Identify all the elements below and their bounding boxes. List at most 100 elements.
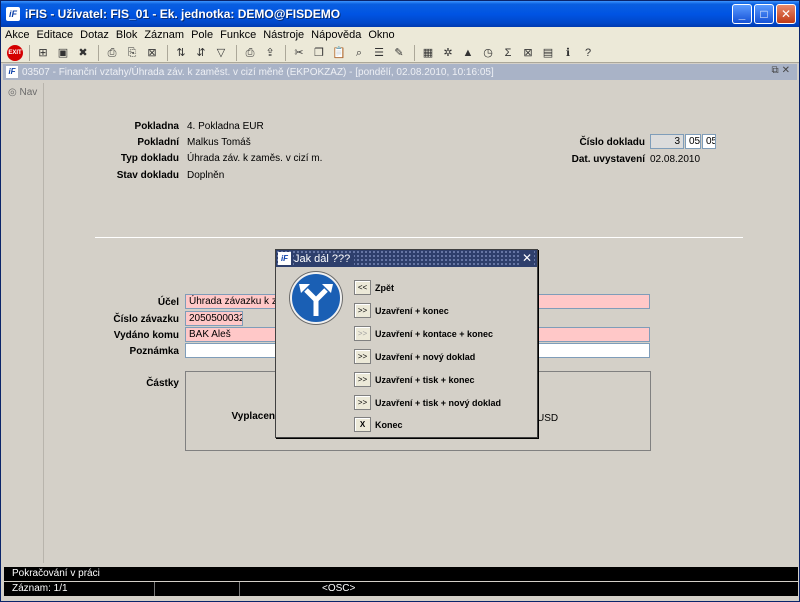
menu-okno[interactable]: Okno bbox=[368, 29, 394, 41]
toolbar-separator bbox=[29, 44, 30, 61]
dialog-option-close-contact-end[interactable]: >> Uzavření + kontace + konec bbox=[354, 326, 493, 341]
menu-funkce[interactable]: Funkce bbox=[220, 29, 256, 41]
option-label: Uzavření + tisk + konec bbox=[375, 374, 475, 385]
menu-napoveda[interactable]: Nápověda bbox=[311, 29, 361, 41]
cut-icon[interactable]: ✂ bbox=[290, 45, 308, 61]
help-icon[interactable]: ? bbox=[579, 45, 597, 61]
menu-blok[interactable]: Blok bbox=[116, 29, 137, 41]
status-divider bbox=[154, 582, 155, 596]
mode-indicator: <OSC> bbox=[322, 583, 356, 594]
menu-nastroje[interactable]: Nástroje bbox=[263, 29, 304, 41]
dialog-title-bar: iF Jak dál ??? ✕ bbox=[276, 250, 537, 267]
calculator-icon[interactable]: ▦ bbox=[419, 45, 437, 61]
dialog-option-close-print-new[interactable]: >> Uzavření + tisk + nový doklad bbox=[354, 395, 501, 410]
dialog-close-icon[interactable]: ✕ bbox=[519, 251, 534, 265]
toolbar-separator bbox=[98, 44, 99, 61]
menu-zaznam[interactable]: Záznam bbox=[144, 29, 184, 41]
status-info-line: Záznam: 1/1 <OSC> bbox=[4, 582, 798, 596]
back-button[interactable]: << bbox=[354, 280, 371, 295]
menu-akce[interactable]: Akce bbox=[5, 29, 29, 41]
word-icon[interactable]: ▤ bbox=[539, 45, 557, 61]
typ-dokladu-value: Úhrada záv. k zaměs. v cizí m. bbox=[187, 153, 323, 164]
end-button[interactable]: X bbox=[354, 417, 371, 432]
execute-query-icon[interactable]: ⎘ bbox=[123, 45, 141, 61]
find-icon[interactable]: ⌕ bbox=[350, 45, 368, 61]
toolbar-separator bbox=[236, 44, 237, 61]
insert-record-icon[interactable]: ⊞ bbox=[34, 45, 52, 61]
paste-icon[interactable]: 📋 bbox=[330, 45, 348, 61]
chart-icon[interactable]: ▲ bbox=[459, 45, 477, 61]
sort-desc-icon[interactable]: ⇵ bbox=[192, 45, 210, 61]
dialog-option-zpet[interactable]: << Zpět bbox=[354, 280, 394, 295]
form-title: 03507 - Finanční vztahy/Úhrada záv. k za… bbox=[22, 66, 494, 78]
info-icon[interactable]: ℹ bbox=[559, 45, 577, 61]
maximize-button[interactable]: □ bbox=[754, 4, 774, 24]
dat-vystaveni-label: Dat. uvystavení bbox=[571, 154, 645, 165]
close-contact-end-button[interactable]: >> bbox=[354, 326, 371, 341]
option-label: Uzavření + tisk + nový doklad bbox=[375, 397, 502, 408]
stav-dokladu-value: Doplněn bbox=[187, 170, 225, 181]
cislo-dokladu-field-1[interactable]: 3 bbox=[650, 134, 684, 149]
close-new-doc-button[interactable]: >> bbox=[354, 349, 371, 364]
vydano-komu-label: Vydáno komu bbox=[113, 330, 179, 341]
nav-button[interactable]: ◎ Nav bbox=[8, 87, 37, 98]
pokladni-label: Pokladní bbox=[137, 137, 179, 148]
copy-icon[interactable]: ❐ bbox=[310, 45, 328, 61]
exit-icon[interactable]: EXIT bbox=[7, 44, 23, 61]
sum-icon[interactable]: Σ bbox=[499, 45, 517, 61]
status-message: Pokračování v práci bbox=[4, 567, 798, 581]
cancel-query-icon[interactable]: ⊠ bbox=[143, 45, 161, 61]
pokladna-value: 4. Pokladna EUR bbox=[187, 121, 264, 132]
pokladna-label: Pokladna bbox=[134, 121, 179, 132]
menu-pole[interactable]: Pole bbox=[191, 29, 213, 41]
menu-dotaz[interactable]: Dotaz bbox=[80, 29, 109, 41]
clock-icon[interactable]: ◷ bbox=[479, 45, 497, 61]
form-window-controls[interactable]: ⧉✕ bbox=[771, 65, 793, 76]
export-icon[interactable]: ⇪ bbox=[261, 45, 279, 61]
dialog-option-close-new[interactable]: >> Uzavření + nový doklad bbox=[354, 349, 475, 364]
sort-asc-icon[interactable]: ⇅ bbox=[172, 45, 190, 61]
dialog-title: Jak dál ??? bbox=[294, 252, 355, 265]
window-title: iFIS - Uživatel: FIS_01 - Ek. jednotka: … bbox=[25, 7, 341, 21]
close-print-end-button[interactable]: >> bbox=[354, 372, 371, 387]
cislo-dokladu-label: Číslo dokladu bbox=[579, 137, 645, 148]
dialog-option-close-end[interactable]: >> Uzavření + konec bbox=[354, 303, 449, 318]
print-icon[interactable]: ⎙ bbox=[241, 45, 259, 61]
list-icon[interactable]: ☰ bbox=[370, 45, 388, 61]
filter-icon[interactable]: ▽ bbox=[212, 45, 230, 61]
dialog-option-konec[interactable]: X Konec bbox=[354, 417, 403, 432]
delete-record-icon[interactable]: ✖ bbox=[74, 45, 92, 61]
cislo-dokladu-field-2[interactable]: 05 bbox=[685, 134, 701, 149]
edit-icon[interactable]: ✎ bbox=[390, 45, 408, 61]
status-bar: Pokračování v práci Záznam: 1/1 <OSC> bbox=[4, 566, 798, 601]
vyplaceno-label: Vyplacen bbox=[231, 411, 275, 422]
option-label: Uzavření + nový doklad bbox=[375, 351, 476, 362]
close-end-button[interactable]: >> bbox=[354, 303, 371, 318]
query-icon[interactable]: ⎙ bbox=[103, 45, 121, 61]
settings-icon[interactable]: ✲ bbox=[439, 45, 457, 61]
save-icon[interactable]: ▣ bbox=[54, 45, 72, 61]
stav-dokladu-label: Stav dokladu bbox=[116, 170, 179, 181]
fork-arrow-sign-icon bbox=[290, 272, 342, 324]
toolbar-separator bbox=[414, 44, 415, 61]
pokladni-value: Malkus Tomáš bbox=[187, 137, 251, 148]
currency-label: USD bbox=[537, 413, 559, 424]
menu-editace[interactable]: Editace bbox=[36, 29, 73, 41]
close-print-new-button[interactable]: >> bbox=[354, 395, 371, 410]
cislo-zavazku-label: Číslo závazku bbox=[113, 314, 179, 325]
title-bar: iF iFIS - Uživatel: FIS_01 - Ek. jednotk… bbox=[1, 1, 799, 27]
toolbar-separator bbox=[167, 44, 168, 61]
cislo-zavazku-field[interactable]: 2050500032 bbox=[185, 311, 243, 326]
ucel-label: Účel bbox=[157, 297, 179, 308]
cislo-dokladu-field-3[interactable]: 05 bbox=[702, 134, 716, 149]
option-label: Uzavření + kontace + konec bbox=[375, 328, 494, 339]
dialog-option-close-print-end[interactable]: >> Uzavření + tisk + konec bbox=[354, 372, 475, 387]
excel-icon[interactable]: ⊠ bbox=[519, 45, 537, 61]
nav-panel: ◎ Nav bbox=[4, 83, 44, 563]
minimize-button[interactable]: _ bbox=[732, 4, 752, 24]
toolbar: EXIT ⊞ ▣ ✖ ⎙ ⎘ ⊠ ⇅ ⇵ ▽ ⎙ ⇪ ✂ ❐ 📋 ⌕ ☰ ✎ ▦… bbox=[1, 43, 799, 63]
next-step-dialog: iF Jak dál ??? ✕ << Zpět >> Uzavření + k… bbox=[275, 249, 538, 438]
close-button[interactable]: ✕ bbox=[776, 4, 796, 24]
castky-label: Částky bbox=[146, 378, 179, 389]
divider bbox=[95, 237, 743, 238]
